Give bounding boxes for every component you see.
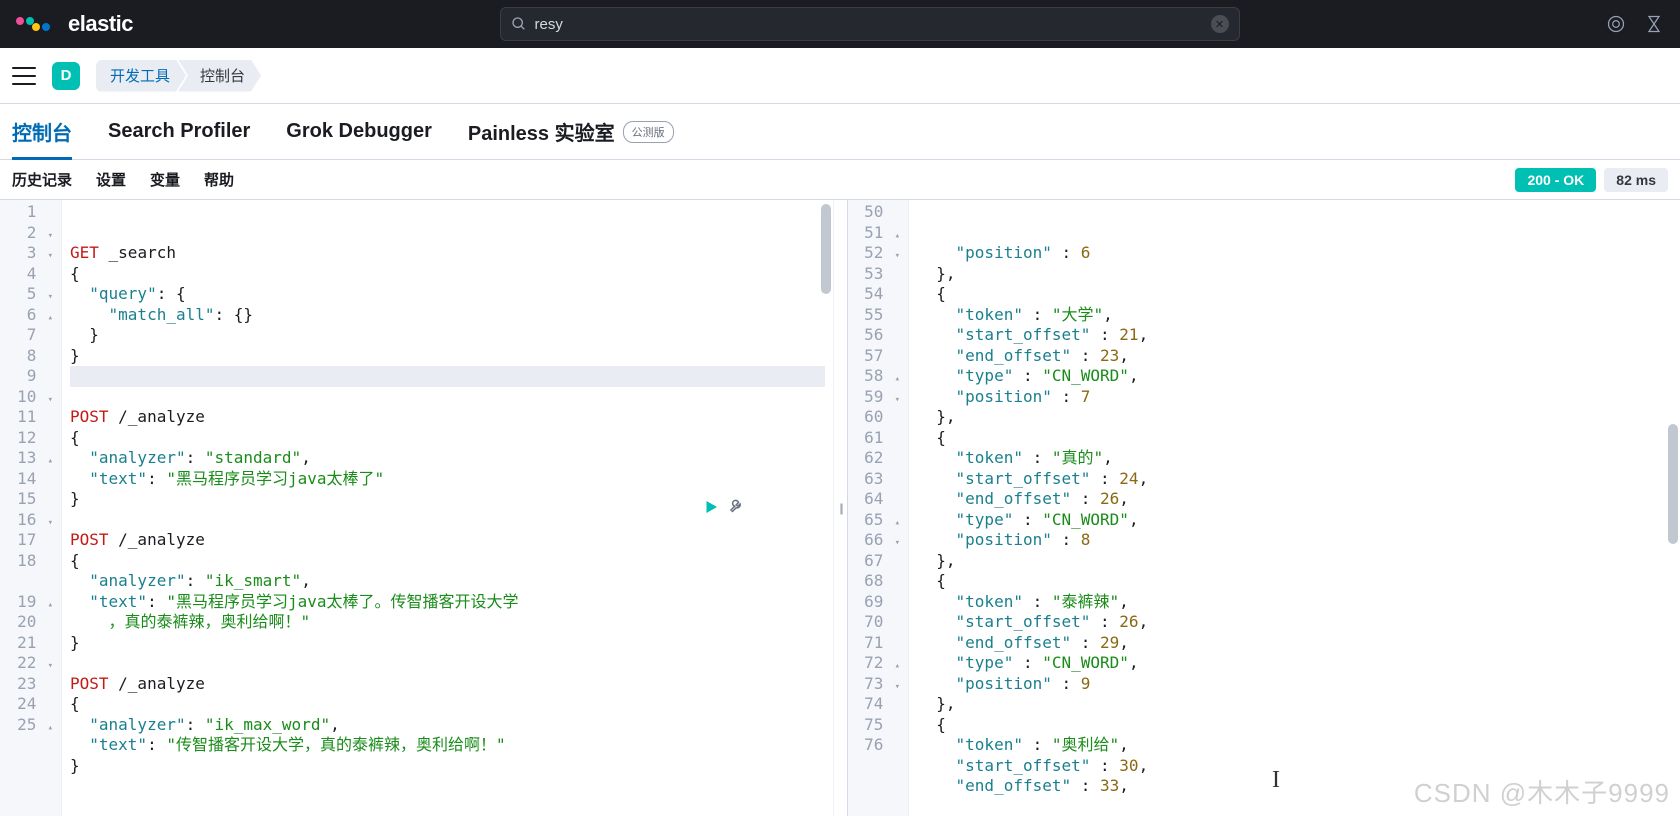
tab-grok-debugger[interactable]: Grok Debugger: [286, 104, 432, 159]
editor-split: 1 2 ▾3 ▾4 5 ▾6 ▴7 8 9 10 ▾11 12 13 ▴14 1…: [0, 200, 1680, 816]
code-line[interactable]: "analyzer": "ik_smart",: [70, 571, 825, 592]
code-line[interactable]: "match_all": {}: [70, 305, 825, 326]
code-line[interactable]: "analyzer": "ik_max_word",: [70, 715, 825, 736]
space-badge[interactable]: D: [52, 62, 80, 90]
request-pane[interactable]: 1 2 ▾3 ▾4 5 ▾6 ▴7 8 9 10 ▾11 12 13 ▴14 1…: [0, 200, 833, 816]
code-line[interactable]: POST /_analyze: [70, 407, 825, 428]
code-line[interactable]: "token" : "真的",: [917, 448, 1672, 469]
search-icon: [511, 16, 527, 32]
code-line[interactable]: {: [917, 571, 1672, 592]
request-scrollbar[interactable]: [821, 204, 831, 812]
crumb-devtools[interactable]: 开发工具: [96, 60, 186, 92]
elastic-logo-icon: [16, 17, 50, 31]
code-line[interactable]: "text": "传智播客开设大学，真的泰裤辣，奥利给啊！": [70, 735, 825, 756]
code-line[interactable]: {: [917, 428, 1672, 449]
tab-console[interactable]: 控制台: [12, 104, 72, 159]
code-line[interactable]: }: [70, 633, 825, 654]
code-line[interactable]: {: [70, 694, 825, 715]
run-request-icon[interactable]: [702, 498, 720, 516]
code-line[interactable]: "text": "黑马程序员学习java太棒了": [70, 469, 825, 490]
code-line[interactable]: },: [917, 551, 1672, 572]
code-line[interactable]: }: [70, 756, 825, 777]
code-line[interactable]: "end_offset" : 26,: [917, 489, 1672, 510]
code-line[interactable]: {: [70, 551, 825, 572]
tab-search-profiler[interactable]: Search Profiler: [108, 104, 250, 159]
news-feed-icon[interactable]: [1606, 14, 1626, 34]
code-line[interactable]: }: [70, 325, 825, 346]
top-header: elastic ✕: [0, 0, 1680, 48]
breadcrumb: 开发工具 控制台: [96, 60, 261, 92]
code-line[interactable]: "start_offset" : 21,: [917, 325, 1672, 346]
response-status-badge: 200 - OK: [1515, 168, 1596, 192]
request-options-icon[interactable]: [728, 498, 746, 516]
code-line[interactable]: "type" : "CN_WORD",: [917, 366, 1672, 387]
toolbar-help[interactable]: 帮助: [204, 169, 234, 190]
response-viewer[interactable]: "position" : 6 }, { "token" : "大学", "sta…: [909, 200, 1680, 816]
code-line[interactable]: "end_offset" : 23,: [917, 346, 1672, 367]
code-line[interactable]: "end_offset" : 29,: [917, 633, 1672, 654]
code-line[interactable]: {: [70, 264, 825, 285]
code-line[interactable]: "token" : "泰裤辣",: [917, 592, 1672, 613]
code-line[interactable]: "token" : "大学",: [917, 305, 1672, 326]
code-line[interactable]: "position" : 7: [917, 387, 1672, 408]
toolbar-settings[interactable]: 设置: [96, 169, 126, 190]
beta-badge: 公测版: [623, 121, 674, 143]
request-gutter: 1 2 ▾3 ▾4 5 ▾6 ▴7 8 9 10 ▾11 12 13 ▴14 1…: [0, 200, 62, 816]
tab-painless-lab[interactable]: Painless 实验室 公测版: [468, 104, 674, 159]
code-line[interactable]: {: [70, 428, 825, 449]
search-input[interactable]: [535, 16, 1203, 33]
response-gutter: 50 51 ▴52 ▾53 54 55 56 57 58 ▴59 ▾60 61 …: [847, 200, 909, 816]
toolbar-history[interactable]: 历史记录: [12, 169, 72, 190]
code-line[interactable]: {: [917, 715, 1672, 736]
code-line[interactable]: },: [917, 407, 1672, 428]
code-line[interactable]: "text": "黑马程序员学习java太棒了。传智播客开设大学 ，真的泰裤辣，…: [70, 592, 825, 633]
code-line[interactable]: "type" : "CN_WORD",: [917, 653, 1672, 674]
code-line[interactable]: [70, 653, 825, 674]
brand-text: elastic: [68, 11, 133, 37]
code-line[interactable]: "type" : "CN_WORD",: [917, 510, 1672, 531]
crumb-console: 控制台: [178, 60, 261, 92]
code-line[interactable]: "position" : 8: [917, 530, 1672, 551]
code-line[interactable]: [70, 387, 825, 408]
code-line[interactable]: "analyzer": "standard",: [70, 448, 825, 469]
global-search[interactable]: ✕: [500, 7, 1240, 41]
clear-search-icon[interactable]: ✕: [1211, 15, 1229, 33]
response-pane[interactable]: 50 51 ▴52 ▾53 54 55 56 57 58 ▴59 ▾60 61 …: [847, 200, 1680, 816]
code-line[interactable]: POST /_analyze: [70, 674, 825, 695]
code-line[interactable]: }: [70, 346, 825, 367]
request-editor[interactable]: GET _search{ "query": { "match_all": {} …: [62, 200, 833, 816]
code-line[interactable]: {: [917, 284, 1672, 305]
code-line[interactable]: "position" : 9: [917, 674, 1672, 695]
code-line[interactable]: [70, 366, 825, 387]
code-line[interactable]: "start_offset" : 26,: [917, 612, 1672, 633]
code-line[interactable]: "token" : "奥利给",: [917, 735, 1672, 756]
pane-splitter[interactable]: ||: [833, 200, 847, 816]
code-line[interactable]: GET _search: [70, 243, 825, 264]
devtools-tabs: 控制台 Search Profiler Grok Debugger Painle…: [0, 104, 1680, 160]
breadcrumb-bar: D 开发工具 控制台: [0, 48, 1680, 104]
code-line[interactable]: "start_offset" : 30,: [917, 756, 1672, 777]
code-line[interactable]: "start_offset" : 24,: [917, 469, 1672, 490]
response-time-badge: 82 ms: [1604, 168, 1668, 192]
toolbar-variables[interactable]: 变量: [150, 169, 180, 190]
code-line[interactable]: POST /_analyze: [70, 530, 825, 551]
help-icon[interactable]: [1644, 14, 1664, 34]
code-line[interactable]: "query": {: [70, 284, 825, 305]
code-line[interactable]: },: [917, 694, 1672, 715]
code-line[interactable]: "position" : 6: [917, 243, 1672, 264]
response-scrollbar[interactable]: [1668, 204, 1678, 812]
tab-painless-label: Painless 实验室: [468, 117, 615, 146]
code-line[interactable]: },: [917, 264, 1672, 285]
nav-toggle-icon[interactable]: [12, 67, 36, 85]
console-toolbar: 历史记录 设置 变量 帮助 200 - OK 82 ms: [0, 160, 1680, 200]
code-line[interactable]: "end_offset" : 33,: [917, 776, 1672, 797]
